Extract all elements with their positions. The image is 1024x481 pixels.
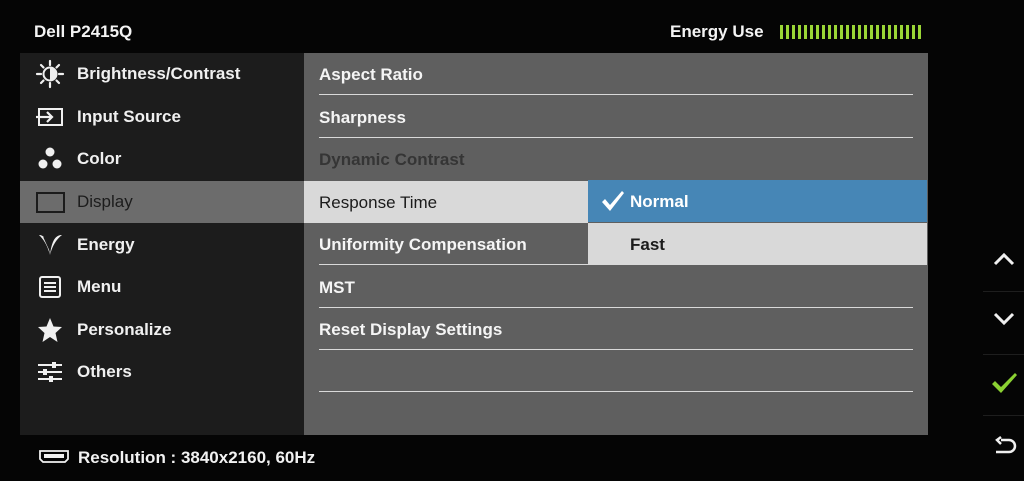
menu-icon: [35, 272, 65, 302]
sidebar-item-label: Menu: [77, 277, 122, 296]
menu-row-response-time[interactable]: Response Time: [304, 181, 588, 223]
back-icon: [991, 435, 1017, 463]
check-icon: [600, 188, 626, 219]
menu-row-label: Reset Display Settings: [319, 320, 503, 339]
option-label: Normal: [630, 192, 689, 211]
brightness-icon: [35, 59, 65, 89]
sidebar-item-energy[interactable]: Energy: [20, 224, 304, 266]
sliders-icon: [35, 357, 65, 387]
sidebar-item-label: Input Source: [77, 107, 181, 126]
main-menu-sidebar: Brightness/Contrast Input Source Color D…: [20, 53, 304, 435]
option-label: Fast: [630, 235, 665, 254]
button-divider: [983, 354, 1024, 355]
check-icon: [990, 371, 1018, 400]
menu-row-label: MST: [319, 278, 355, 297]
sidebar-item-personalize[interactable]: Personalize: [20, 309, 304, 351]
menu-row-label: Dynamic Contrast: [319, 150, 465, 169]
option-normal[interactable]: Normal: [588, 180, 927, 222]
energy-use-label: Energy Use: [670, 22, 764, 41]
sidebar-item-menu[interactable]: Menu: [20, 266, 304, 308]
menu-row-reset-display-settings[interactable]: Reset Display Settings: [304, 308, 928, 350]
down-button[interactable]: [983, 300, 1024, 342]
row-divider: [319, 264, 589, 265]
ok-button[interactable]: [983, 364, 1024, 406]
energy-icon: [35, 230, 65, 260]
menu-row-label: Uniformity Compensation: [319, 235, 527, 254]
resolution-status: Resolution : 3840x2160, 60Hz: [38, 448, 315, 468]
sidebar-item-others[interactable]: Others: [20, 351, 304, 393]
menu-row-label: Sharpness: [319, 108, 406, 127]
color-icon: [35, 144, 65, 174]
star-icon: [35, 315, 65, 345]
display-port-icon: [38, 449, 70, 468]
sidebar-item-label: Others: [77, 362, 132, 381]
monitor-model-title: Dell P2415Q: [34, 22, 133, 41]
sidebar-item-input-source[interactable]: Input Source: [20, 96, 304, 138]
energy-use-indicator: Energy Use: [670, 22, 921, 42]
energy-use-bar: [779, 25, 921, 39]
sidebar-item-display[interactable]: Display: [20, 181, 304, 223]
menu-row-mst[interactable]: MST: [304, 266, 928, 308]
input-source-icon: [35, 102, 65, 132]
resolution-text: Resolution : 3840x2160, 60Hz: [78, 448, 316, 467]
sidebar-item-label: Brightness/Contrast: [77, 64, 241, 83]
button-divider: [983, 291, 1024, 292]
row-divider: [319, 94, 913, 95]
option-fast[interactable]: Fast: [588, 223, 927, 265]
sidebar-item-label: Energy: [77, 235, 135, 254]
button-divider: [983, 415, 1024, 416]
chevron-down-icon: [992, 311, 1016, 332]
sidebar-item-color[interactable]: Color: [20, 138, 304, 180]
sidebar-item-label: Personalize: [77, 320, 172, 339]
sidebar-item-label: Color: [77, 149, 122, 168]
display-icon: [35, 187, 65, 217]
chevron-up-icon: [992, 251, 1016, 272]
back-button[interactable]: [983, 428, 1024, 470]
sidebar-item-brightness-contrast[interactable]: Brightness/Contrast: [20, 53, 304, 95]
menu-row-aspect-ratio[interactable]: Aspect Ratio: [304, 53, 928, 95]
menu-row-empty: [304, 350, 928, 392]
menu-row-sharpness[interactable]: Sharpness: [304, 96, 928, 138]
menu-row-dynamic-contrast: Dynamic Contrast: [304, 138, 928, 180]
sidebar-item-label: Display: [77, 192, 133, 211]
menu-row-label: Aspect Ratio: [319, 65, 423, 84]
row-divider: [319, 391, 913, 392]
up-button[interactable]: [983, 240, 1024, 282]
menu-row-label: Response Time: [319, 193, 438, 212]
